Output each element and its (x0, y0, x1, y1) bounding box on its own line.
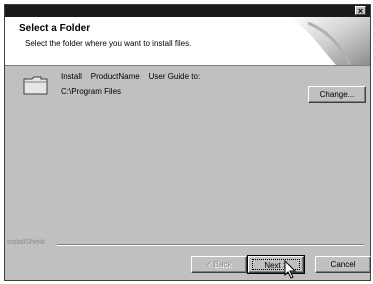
cancel-button[interactable]: Cancel (315, 256, 371, 273)
page-title: Select a Folder (19, 23, 91, 34)
divider (57, 244, 364, 246)
close-button[interactable]: × (355, 6, 366, 16)
close-icon: × (357, 6, 364, 16)
installer-window: × Select a Folder Select the folder wher… (4, 4, 371, 281)
header-graphic (290, 17, 370, 65)
folder-icon (23, 76, 48, 95)
header-panel: Select a Folder Select the folder where … (5, 17, 370, 66)
title-bar: × (5, 5, 370, 17)
content-area: Install ProductName User Guide to: C:\Pr… (5, 66, 370, 240)
install-path: C:\Program Files (61, 87, 122, 96)
cursor-icon (284, 260, 297, 279)
brand-label: InstallShield (7, 239, 48, 246)
back-button[interactable]: < Back (191, 256, 247, 273)
page-subtitle: Select the folder where you want to inst… (25, 39, 192, 48)
change-button[interactable]: Change... (308, 86, 366, 103)
install-description: Install ProductName User Guide to: (61, 72, 201, 81)
